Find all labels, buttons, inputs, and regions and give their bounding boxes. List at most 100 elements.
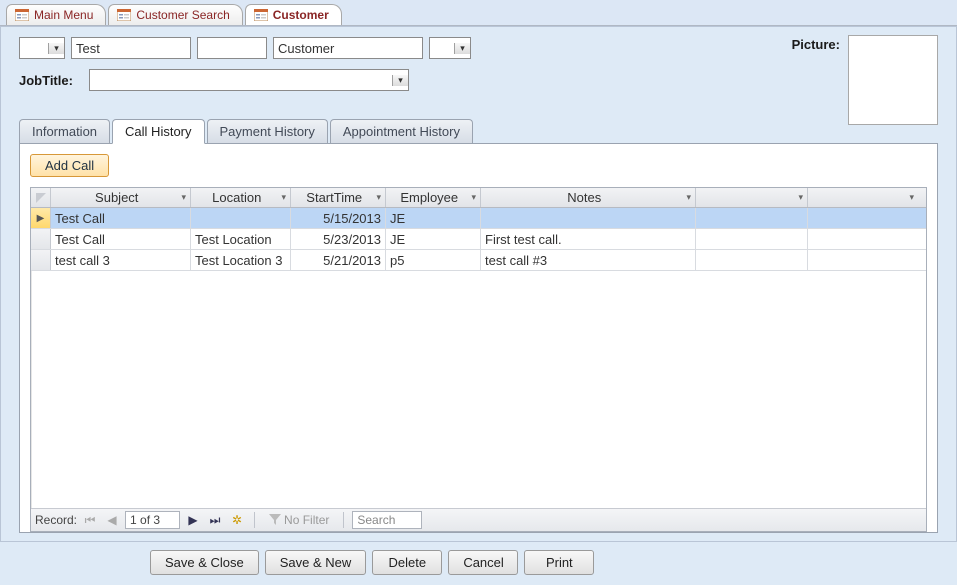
column-label: Subject <box>55 190 178 205</box>
separator <box>343 512 344 528</box>
add-call-button[interactable]: Add Call <box>30 154 109 177</box>
column-label: Notes <box>485 190 683 205</box>
window-tab-label: Main Menu <box>34 8 93 22</box>
customer-form: ▾ Test Customer ▾ Picture: JobTitle: ▾ I… <box>0 26 957 542</box>
cell-starttime[interactable]: 5/21/2013 <box>291 250 386 270</box>
cell-blank[interactable] <box>808 250 918 270</box>
column-header-starttime[interactable]: StartTime▾ <box>291 188 386 207</box>
table-row[interactable]: test call 3 Test Location 3 5/21/2013 p5… <box>31 250 926 271</box>
nav-first-button[interactable]: ⏮ <box>81 511 99 529</box>
title-combo[interactable]: ▾ <box>19 37 65 59</box>
window-tab-customer-search[interactable]: Customer Search <box>108 4 242 25</box>
column-header-employee[interactable]: Employee▾ <box>386 188 481 207</box>
middle-name-field[interactable] <box>197 37 267 59</box>
cell-employee[interactable]: JE <box>386 208 481 228</box>
sort-icon[interactable]: ▾ <box>471 192 476 203</box>
cell-location[interactable]: Test Location <box>191 229 291 249</box>
tab-call-history[interactable]: Call History <box>112 119 204 144</box>
form-icon <box>15 9 29 21</box>
column-header-subject[interactable]: Subject▾ <box>51 188 191 207</box>
window-tab-label: Customer <box>273 8 329 22</box>
column-label: StartTime <box>295 190 373 205</box>
chevron-down-icon[interactable]: ▾ <box>48 43 64 54</box>
cell-starttime[interactable]: 5/15/2013 <box>291 208 386 228</box>
chevron-down-icon[interactable]: ▾ <box>454 43 470 54</box>
filter-indicator[interactable]: No Filter <box>269 513 329 527</box>
picture-box[interactable] <box>848 35 938 125</box>
cell-location[interactable] <box>191 208 291 228</box>
filter-label: No Filter <box>284 513 329 527</box>
row-selector[interactable] <box>31 229 51 249</box>
record-navigator: Record: ⏮ ◀ 1 of 3 ▶ ⏭ ✲ No Filter Searc… <box>31 508 926 531</box>
search-placeholder: Search <box>357 513 395 527</box>
sort-icon[interactable]: ▾ <box>798 192 803 203</box>
cell-subject[interactable]: test call 3 <box>51 250 191 270</box>
print-button[interactable]: Print <box>524 550 594 575</box>
cell-notes[interactable]: First test call. <box>481 229 696 249</box>
nav-prev-button[interactable]: ◀ <box>103 511 121 529</box>
nav-position-value: 1 of 3 <box>130 513 160 527</box>
column-header-location[interactable]: Location▾ <box>191 188 291 207</box>
window-tab-customer[interactable]: Customer <box>245 4 342 25</box>
select-all-icon <box>36 193 46 203</box>
cell-blank[interactable] <box>808 229 918 249</box>
sort-icon[interactable]: ▾ <box>686 192 691 203</box>
record-label: Record: <box>35 513 77 527</box>
tab-information[interactable]: Information <box>19 119 110 143</box>
table-row[interactable]: ▶ Test Call 5/15/2013 JE <box>31 208 926 229</box>
cell-blank[interactable] <box>808 208 918 228</box>
picture-label: Picture: <box>792 35 840 52</box>
cell-starttime[interactable]: 5/23/2013 <box>291 229 386 249</box>
cell-blank[interactable] <box>696 208 808 228</box>
detail-tab-control: Information Call History Payment History… <box>19 119 938 533</box>
picture-area: Picture: <box>792 35 938 125</box>
chevron-down-icon[interactable]: ▾ <box>392 75 408 86</box>
column-header-notes[interactable]: Notes▾ <box>481 188 696 207</box>
tab-panel-call-history: Add Call Subject▾ Location▾ StartTime▾ E… <box>19 143 938 533</box>
window-tab-main-menu[interactable]: Main Menu <box>6 4 106 25</box>
sort-icon[interactable]: ▾ <box>909 192 914 203</box>
cell-notes[interactable] <box>481 208 696 228</box>
suffix-combo[interactable]: ▾ <box>429 37 471 59</box>
row-selector[interactable]: ▶ <box>31 208 51 228</box>
cell-employee[interactable]: p5 <box>386 250 481 270</box>
form-action-buttons: Save & Close Save & New Delete Cancel Pr… <box>0 542 957 585</box>
nav-last-button[interactable]: ⏭ <box>206 511 224 529</box>
save-new-button[interactable]: Save & New <box>265 550 367 575</box>
tab-payment-history[interactable]: Payment History <box>207 119 328 143</box>
nav-next-button[interactable]: ▶ <box>184 511 202 529</box>
calls-grid: Subject▾ Location▾ StartTime▾ Employee▾ … <box>30 187 927 532</box>
row-selector[interactable] <box>31 250 51 270</box>
cell-blank[interactable] <box>696 250 808 270</box>
job-title-combo[interactable]: ▾ <box>89 69 409 91</box>
sort-icon[interactable]: ▾ <box>181 192 186 203</box>
cancel-button[interactable]: Cancel <box>448 550 518 575</box>
tab-appointment-history[interactable]: Appointment History <box>330 119 473 143</box>
column-header-blank2[interactable]: ▾ <box>808 188 918 207</box>
form-icon <box>117 9 131 21</box>
nav-position-field[interactable]: 1 of 3 <box>125 511 180 529</box>
cell-blank[interactable] <box>696 229 808 249</box>
save-close-button[interactable]: Save & Close <box>150 550 259 575</box>
grid-header: Subject▾ Location▾ StartTime▾ Employee▾ … <box>31 188 926 208</box>
cell-subject[interactable]: Test Call <box>51 229 191 249</box>
grid-body[interactable]: ▶ Test Call 5/15/2013 JE Test Call Test … <box>31 208 926 508</box>
cell-notes[interactable]: test call #3 <box>481 250 696 270</box>
cell-location[interactable]: Test Location 3 <box>191 250 291 270</box>
column-header-blank1[interactable]: ▾ <box>696 188 808 207</box>
last-name-field[interactable]: Customer <box>273 37 423 59</box>
select-all-cell[interactable] <box>31 188 51 207</box>
last-name-value: Customer <box>278 41 334 56</box>
nav-search-field[interactable]: Search <box>352 511 422 529</box>
first-name-field[interactable]: Test <box>71 37 191 59</box>
sort-icon[interactable]: ▾ <box>281 192 286 203</box>
job-title-label: JobTitle: <box>19 73 79 88</box>
form-icon <box>254 9 268 21</box>
delete-button[interactable]: Delete <box>372 550 442 575</box>
cell-subject[interactable]: Test Call <box>51 208 191 228</box>
cell-employee[interactable]: JE <box>386 229 481 249</box>
table-row[interactable]: Test Call Test Location 5/23/2013 JE Fir… <box>31 229 926 250</box>
nav-new-button[interactable]: ✲ <box>228 511 246 529</box>
sort-icon[interactable]: ▾ <box>376 192 381 203</box>
column-label: Employee <box>390 190 468 205</box>
